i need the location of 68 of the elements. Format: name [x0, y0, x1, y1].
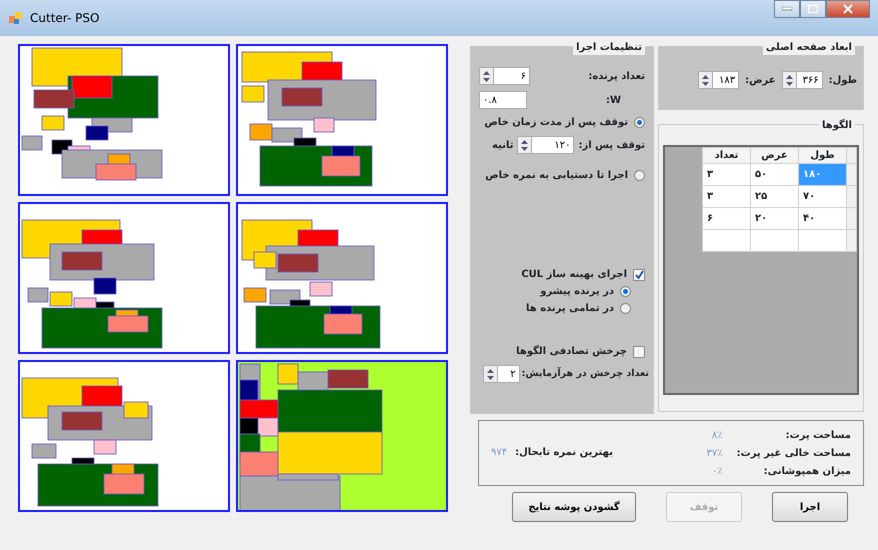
rotation-count-field[interactable]: ۲ [498, 365, 520, 383]
maximize-button[interactable] [800, 0, 826, 18]
best-score-value: ۹۷۴ [491, 446, 508, 460]
minimize-icon [782, 7, 792, 11]
checkbox-label: اجرای بهینه ساز CUL [521, 268, 627, 282]
radio-label: اجرا تا دستیابی به نمره خاص [485, 169, 628, 183]
up-down-arrows-icon [483, 70, 490, 82]
column-header[interactable]: عرض [750, 148, 798, 164]
spin-button[interactable] [517, 136, 532, 154]
close-icon [843, 4, 853, 14]
spin-button[interactable] [479, 67, 494, 85]
table-cell[interactable]: ۲۵ [750, 186, 798, 208]
field-label: W: [606, 94, 621, 108]
group-title: الگوها [819, 118, 855, 133]
checkbox-label: چرخش تصادفی الگوها [516, 344, 627, 359]
table-cell[interactable]: ۲۰ [750, 208, 798, 230]
best-score-label: بهترین نمره تابحال: [515, 446, 613, 460]
close-button[interactable] [826, 0, 870, 18]
unit-label: ثانیه [492, 138, 514, 152]
stat-label: میزان همپوشانی: [762, 465, 851, 479]
up-down-arrows-icon [702, 74, 710, 86]
table-cell[interactable]: ۷۰ [798, 186, 846, 208]
field-label: تعداد چرخش در هرآزمایش: [522, 366, 649, 381]
table-cell[interactable]: ۳ [702, 186, 750, 208]
column-header[interactable]: طول [798, 148, 846, 164]
window-title: Cutter- PSO [30, 10, 100, 27]
table-cell[interactable]: ۵۰ [750, 164, 798, 186]
stat-label: مساحت پرت: [784, 429, 851, 443]
action-button[interactable]: اجرا [772, 492, 848, 522]
w-field[interactable]: ۰.۸ [479, 91, 527, 109]
radio-label: در تمامی پرنده ها [526, 302, 614, 316]
table-cell[interactable]: ۴۰ [798, 208, 846, 230]
action-button[interactable]: گشودن پوشه نتایج [512, 492, 636, 522]
stop-after-field[interactable]: ۱۲۰ [532, 136, 574, 154]
field-label: عرض: [745, 74, 776, 88]
table-cell[interactable]: ۳ [702, 164, 750, 186]
radio-label: توقف پس از مدت زمان خاص [484, 116, 628, 130]
field-label: تعداد پرنده: [588, 70, 645, 84]
checkmark-icon [634, 270, 644, 279]
radio-button[interactable] [634, 170, 645, 181]
stat-label: مساحت خالی غیر پرت: [736, 447, 851, 461]
stat-value: ۰٪ [710, 465, 723, 479]
minimize-button[interactable] [774, 0, 800, 18]
stat-value: ۸٪ [710, 429, 723, 443]
bird-count-field[interactable]: ۶ [494, 67, 530, 85]
spin-button[interactable] [782, 71, 797, 89]
up-down-arrows-icon [521, 140, 528, 150]
length-field[interactable]: ۳۶۶ [796, 71, 823, 89]
app-icon [8, 10, 24, 26]
width-field[interactable]: ۱۸۳ [713, 71, 740, 89]
spin-button[interactable] [698, 71, 714, 89]
checkbox[interactable] [633, 346, 645, 358]
table-cell[interactable]: ۶ [702, 208, 750, 230]
stat-value: ۳۷٪ [706, 447, 723, 461]
radio-button[interactable] [634, 117, 645, 128]
radio-button[interactable] [620, 286, 631, 297]
field-label: توقف پس از: [578, 138, 645, 152]
group-title: تنظیمات اجرا [573, 40, 645, 55]
maximize-icon [808, 5, 818, 13]
field-label: طول: [828, 74, 857, 88]
radio-label: در پرنده پیشرو [540, 285, 614, 299]
group-title: ابعاد صفحه اصلی [762, 40, 855, 55]
up-down-arrows-icon [486, 368, 494, 380]
column-header[interactable]: تعداد [702, 148, 750, 164]
radio-button[interactable] [620, 303, 631, 314]
up-down-arrows-icon [786, 74, 793, 86]
checkbox[interactable] [633, 268, 645, 280]
spin-button[interactable] [482, 365, 498, 383]
